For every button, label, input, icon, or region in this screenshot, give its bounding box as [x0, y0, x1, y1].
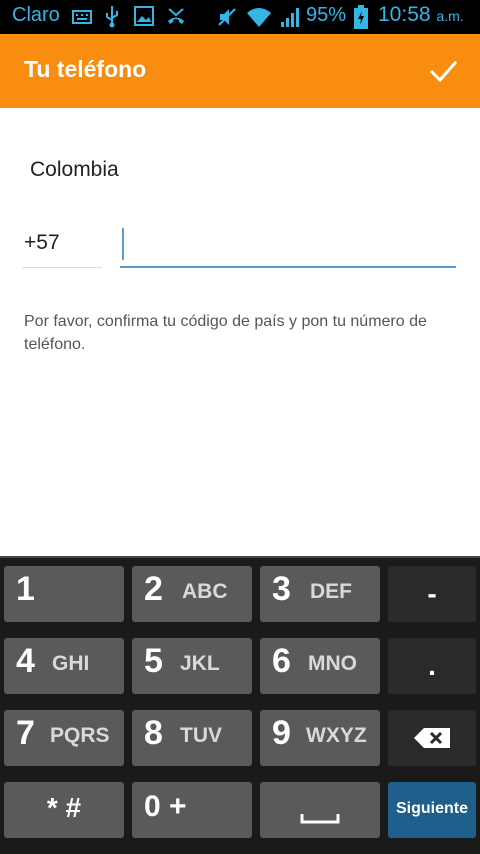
image-icon — [134, 6, 154, 26]
key-star-hash-label: * # — [46, 792, 82, 823]
space-key[interactable] — [260, 782, 380, 838]
key-6-letters: MNO — [308, 652, 357, 675]
clock-time: 10:58 — [378, 3, 431, 26]
space-icon — [300, 814, 340, 824]
key-0-label: 0 + — [144, 790, 187, 823]
numeric-keyboard: 1 2 ABC 3 DEF - 4 GHI 5 JKL 6 MNO . 7 PQ… — [0, 556, 480, 854]
carrier-name: Claro — [12, 4, 60, 26]
key-5-letters: JKL — [180, 652, 220, 675]
key-5-digit: 5 — [144, 642, 163, 680]
country-code-value: +57 — [24, 231, 60, 254]
key-6-digit: 6 — [272, 642, 291, 680]
page-title: Tu teléfono — [24, 56, 147, 82]
mute-icon — [218, 8, 236, 26]
usb-icon — [106, 6, 118, 28]
key-2-letters: ABC — [182, 580, 228, 603]
next-key[interactable]: Siguiente — [388, 782, 476, 838]
key-4-letters: GHI — [52, 652, 90, 675]
key-9[interactable]: 9 WXYZ — [260, 710, 380, 766]
key-2-digit: 2 — [144, 570, 163, 608]
keyboard-icon — [72, 10, 92, 24]
key-9-letters: WXYZ — [306, 724, 367, 747]
next-key-label: Siguiente — [395, 800, 468, 817]
key-8[interactable]: 8 TUV — [132, 710, 252, 766]
check-icon[interactable] — [426, 54, 460, 88]
country-code-field[interactable]: +57 — [22, 226, 102, 268]
status-bar: Claro 95% 10:58 a.m. — [0, 0, 480, 34]
backspace-icon — [414, 728, 450, 748]
battery-percent: 95% — [306, 4, 347, 26]
key-4[interactable]: 4 GHI — [4, 638, 124, 694]
key-4-digit: 4 — [16, 642, 35, 680]
key-3-letters: DEF — [310, 580, 352, 603]
phone-number-field[interactable] — [120, 226, 456, 268]
missed-call-icon — [168, 8, 184, 24]
key-5[interactable]: 5 JKL — [132, 638, 252, 694]
key-1[interactable]: 1 — [4, 566, 124, 622]
key-7-digit: 7 — [16, 714, 35, 752]
key-6[interactable]: 6 MNO — [260, 638, 380, 694]
key-3[interactable]: 3 DEF — [260, 566, 380, 622]
key-minus-label: - — [427, 578, 437, 609]
signal-icon — [281, 8, 299, 27]
key-dot[interactable]: . — [388, 638, 476, 694]
key-2[interactable]: 2 ABC — [132, 566, 252, 622]
key-0[interactable]: 0 + — [132, 782, 252, 838]
battery-charging-icon — [354, 5, 368, 29]
key-star-hash[interactable]: * # — [4, 782, 124, 838]
clock: 10:58 a.m. — [378, 3, 464, 27]
key-dot-label: . — [428, 650, 436, 681]
wifi-icon — [247, 8, 271, 27]
key-1-digit: 1 — [16, 570, 35, 608]
text-cursor — [122, 228, 124, 260]
key-8-letters: TUV — [180, 724, 222, 747]
key-7[interactable]: 7 PQRS — [4, 710, 124, 766]
key-minus[interactable]: - — [388, 566, 476, 622]
action-bar: Tu teléfono — [0, 34, 480, 108]
key-3-digit: 3 — [272, 570, 291, 608]
key-8-digit: 8 — [144, 714, 163, 752]
clock-ampm: a.m. — [436, 8, 464, 24]
phone-number-input[interactable] — [128, 226, 448, 264]
country-selector[interactable]: Colombia — [30, 158, 119, 182]
hint-text: Por favor, confirma tu código de país y … — [24, 313, 427, 353]
key-7-letters: PQRS — [50, 724, 110, 747]
key-9-digit: 9 — [272, 714, 291, 752]
backspace-key[interactable] — [388, 710, 476, 766]
